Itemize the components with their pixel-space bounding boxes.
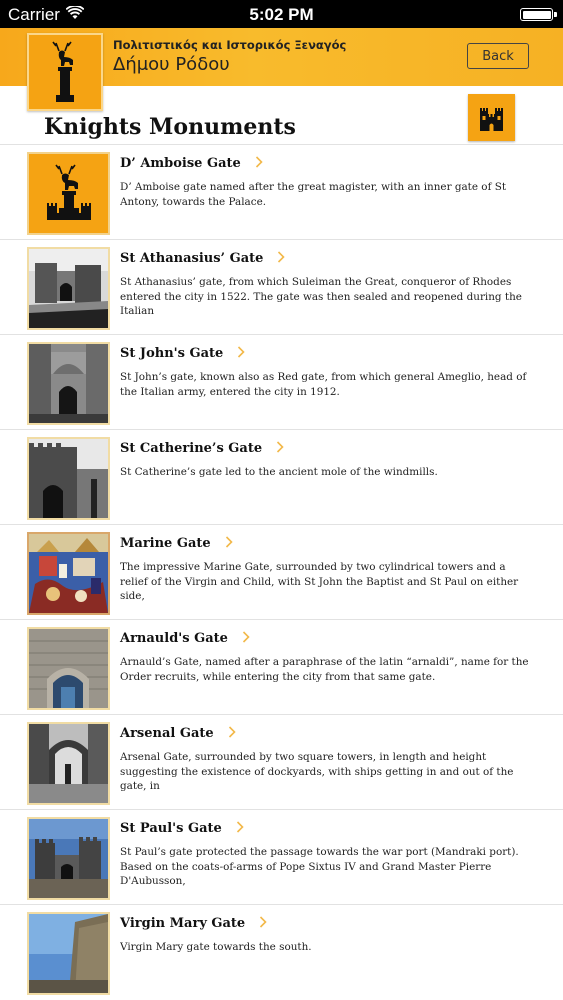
monument-title: Arsenal Gate [120, 726, 236, 741]
monument-description: Arsenal Gate, surrounded by two square t… [120, 751, 514, 793]
monument-description: The impressive Marine Gate, surrounded b… [120, 561, 519, 603]
monument-title: St Paul's Gate [120, 821, 244, 836]
deer-statue-icon [27, 33, 103, 111]
monument-description: St Athanasius’ gate, from which Suleiman… [120, 276, 522, 318]
chevron-right-icon [260, 916, 267, 928]
monument-title: Virgin Mary Gate [120, 916, 267, 931]
monument-description: D’ Amboise gate named after the great ma… [120, 181, 507, 208]
monument-list: D’ Amboise Gate D’ Amboise gate named af… [0, 145, 563, 1000]
list-item[interactable]: St John's Gate St John’s gate, known als… [0, 335, 563, 430]
battery-fill [522, 10, 551, 19]
monument-thumbnail [27, 437, 110, 520]
list-item[interactable]: St Athanasius’ Gate St Athanasius’ gate,… [0, 240, 563, 335]
list-item[interactable]: Arnauld's Gate Arnauld’s Gate, named aft… [0, 620, 563, 715]
chevron-right-icon [242, 631, 250, 643]
list-item[interactable]: Marine Gate The impressive Marine Gate, … [0, 525, 563, 620]
list-item[interactable]: Arsenal Gate Arsenal Gate, surrounded by… [0, 715, 563, 810]
monument-description: St Paul’s gate protected the passage tow… [120, 846, 519, 888]
list-item[interactable]: St Paul's Gate St Paul’s gate protected … [0, 810, 563, 905]
monument-title: St Athanasius’ Gate [120, 251, 286, 266]
monument-thumbnail [27, 627, 110, 710]
monument-title: St Catherine’s Gate [120, 441, 284, 456]
clock: 5:02 PM [249, 5, 314, 24]
chevron-right-icon [255, 156, 263, 168]
monument-title: D’ Amboise Gate [120, 156, 263, 171]
monument-thumbnail [27, 152, 110, 235]
chevron-right-icon [225, 536, 233, 548]
header-title: Δήμου Ρόδου [113, 54, 230, 75]
monument-thumbnail [27, 532, 110, 615]
monument-title: Arnauld's Gate [120, 631, 250, 646]
monument-description: Arnauld’s Gate, named after a paraphrase… [120, 656, 529, 683]
list-item[interactable]: D’ Amboise Gate D’ Amboise gate named af… [0, 145, 563, 240]
header-subtitle: Πολιτιστικός και Ιστορικός Ξεναγός [113, 38, 347, 52]
list-item[interactable]: Virgin Mary Gate Virgin Mary gate toward… [0, 905, 563, 1000]
monument-thumbnail [27, 722, 110, 805]
castle-icon[interactable] [468, 94, 515, 141]
chevron-right-icon [278, 251, 286, 263]
page-title: Knights Monuments [44, 114, 296, 140]
monument-description: St Catherine’s gate led to the ancient m… [120, 466, 438, 478]
chevron-right-icon [236, 821, 244, 833]
monument-thumbnail [27, 247, 110, 330]
chevron-right-icon [228, 726, 236, 738]
monument-title: St John's Gate [120, 346, 245, 361]
chevron-right-icon [277, 441, 284, 453]
back-button[interactable]: Back [467, 43, 529, 69]
monument-description: Virgin Mary gate towards the south. [120, 941, 312, 953]
monument-description: St John’s gate, known also as Red gate, … [120, 371, 527, 398]
monument-title: Marine Gate [120, 536, 233, 551]
battery-icon [520, 8, 557, 21]
list-item[interactable]: St Catherine’s Gate St Catherine’s gate … [0, 430, 563, 525]
monument-thumbnail [27, 817, 110, 900]
monument-thumbnail [27, 342, 110, 425]
status-bar: Carrier 5:02 PM [0, 0, 563, 28]
monument-thumbnail [27, 912, 110, 995]
chevron-right-icon [238, 346, 245, 358]
